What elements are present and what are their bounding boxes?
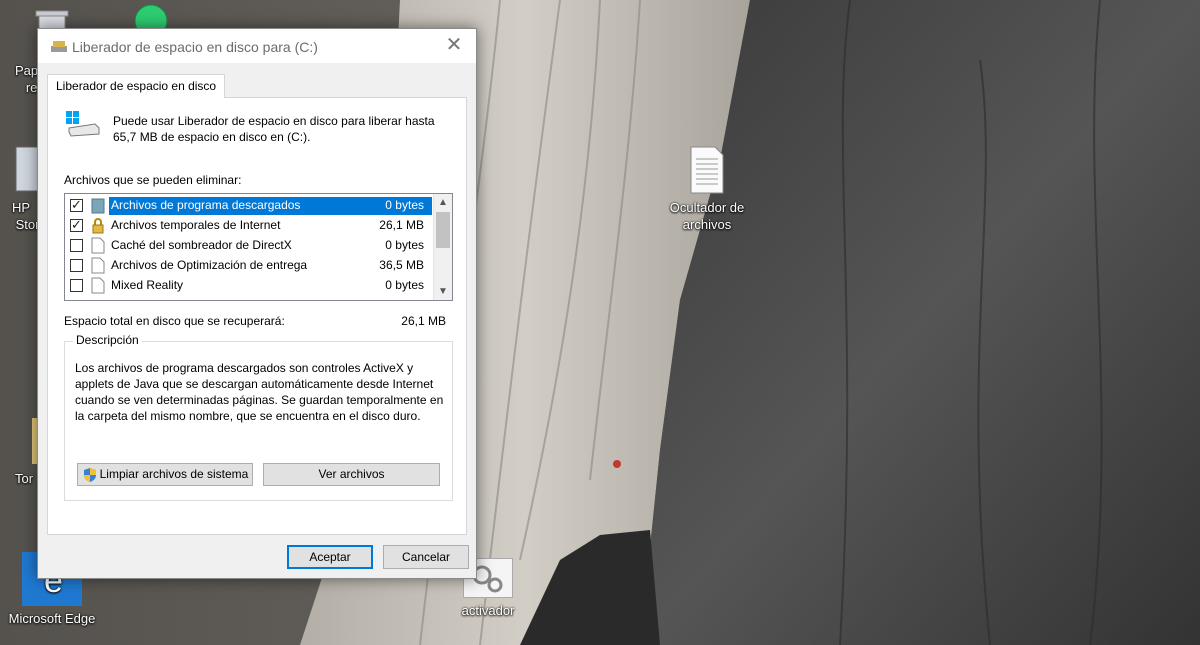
scroll-thumb[interactable] [436, 212, 450, 248]
file-size: 36,5 MB [379, 258, 424, 272]
total-space-label: Espacio total en disco que se recuperará… [64, 314, 285, 328]
checkbox[interactable] [70, 279, 83, 292]
text-file-icon [687, 145, 727, 195]
file-name: Caché del sombreador de DirectX [111, 238, 292, 252]
desktop-icon-ocultador[interactable]: Ocultador de archivos [660, 145, 754, 233]
desktop-icon-hp-storage[interactable]: HP Stora [0, 145, 47, 233]
list-item[interactable]: Archivos de Optimización de entrega 36,5… [65, 256, 432, 276]
list-item[interactable]: Archivos de programa descargados 0 bytes [65, 196, 432, 216]
list-item[interactable]: Mixed Reality 0 bytes [65, 276, 432, 296]
desktop-icon-tor[interactable]: Tor [0, 418, 40, 487]
list-item[interactable]: Caché del sombreador de DirectX 0 bytes [65, 236, 432, 256]
checkbox[interactable] [70, 217, 83, 233]
close-button[interactable]: ✕ [432, 29, 476, 63]
title-bar[interactable]: Liberador de espacio en disco para (C:) … [38, 29, 476, 63]
checkbox[interactable] [70, 239, 83, 252]
chevron-up-icon[interactable]: ▲ [434, 194, 452, 211]
chevron-down-icon[interactable]: ▼ [434, 283, 452, 300]
file-size: 0 bytes [385, 278, 424, 292]
shield-icon [83, 467, 97, 483]
files-label: Archivos que se pueden eliminar: [64, 173, 242, 187]
lock-icon [91, 217, 105, 234]
window-title: Liberador de espacio en disco para (C:) [72, 39, 318, 55]
file-name: Archivos temporales de Internet [111, 218, 281, 232]
ok-button[interactable]: Aceptar [287, 545, 373, 569]
list-item[interactable]: Archivos temporales de Internet 26,1 MB [65, 216, 432, 236]
file-icon [91, 257, 105, 274]
tab-panel: Puede usar Liberador de espacio en disco… [47, 97, 467, 535]
file-size: 0 bytes [385, 198, 424, 212]
tab-disk-cleanup[interactable]: Liberador de espacio en disco [47, 74, 226, 98]
disk-cleanup-icon [50, 38, 70, 54]
info-text: Puede usar Liberador de espacio en disco… [113, 114, 435, 144]
file-name: Mixed Reality [111, 278, 184, 292]
view-files-button[interactable]: Ver archivos [263, 463, 440, 486]
scrollbar[interactable]: ▲ ▼ [433, 194, 452, 300]
file-list[interactable]: Archivos de programa descargados 0 bytes… [64, 193, 453, 301]
drive-icon [65, 110, 101, 138]
total-space-value: 26,1 MB [401, 314, 446, 328]
checkbox[interactable] [70, 197, 83, 213]
cancel-button[interactable]: Cancelar [383, 545, 469, 569]
file-size: 26,1 MB [379, 218, 424, 232]
file-name: Archivos de Optimización de entrega [111, 258, 308, 272]
checkbox[interactable] [70, 259, 83, 272]
description-text: Los archivos de programa descargados son… [75, 361, 444, 423]
file-name: Archivos de programa descargados [109, 198, 303, 212]
clean-system-files-button[interactable]: Limpiar archivos de sistema [77, 463, 253, 486]
file-icon [91, 277, 105, 294]
file-icon [91, 237, 105, 254]
disk-cleanup-dialog: Liberador de espacio en disco para (C:) … [37, 28, 477, 579]
close-icon: ✕ [445, 34, 463, 56]
file-size: 0 bytes [385, 238, 424, 252]
description-legend: Descripción [73, 333, 142, 347]
description-group: Descripción Los archivos de programa des… [64, 333, 453, 501]
folder-icon [91, 197, 105, 214]
